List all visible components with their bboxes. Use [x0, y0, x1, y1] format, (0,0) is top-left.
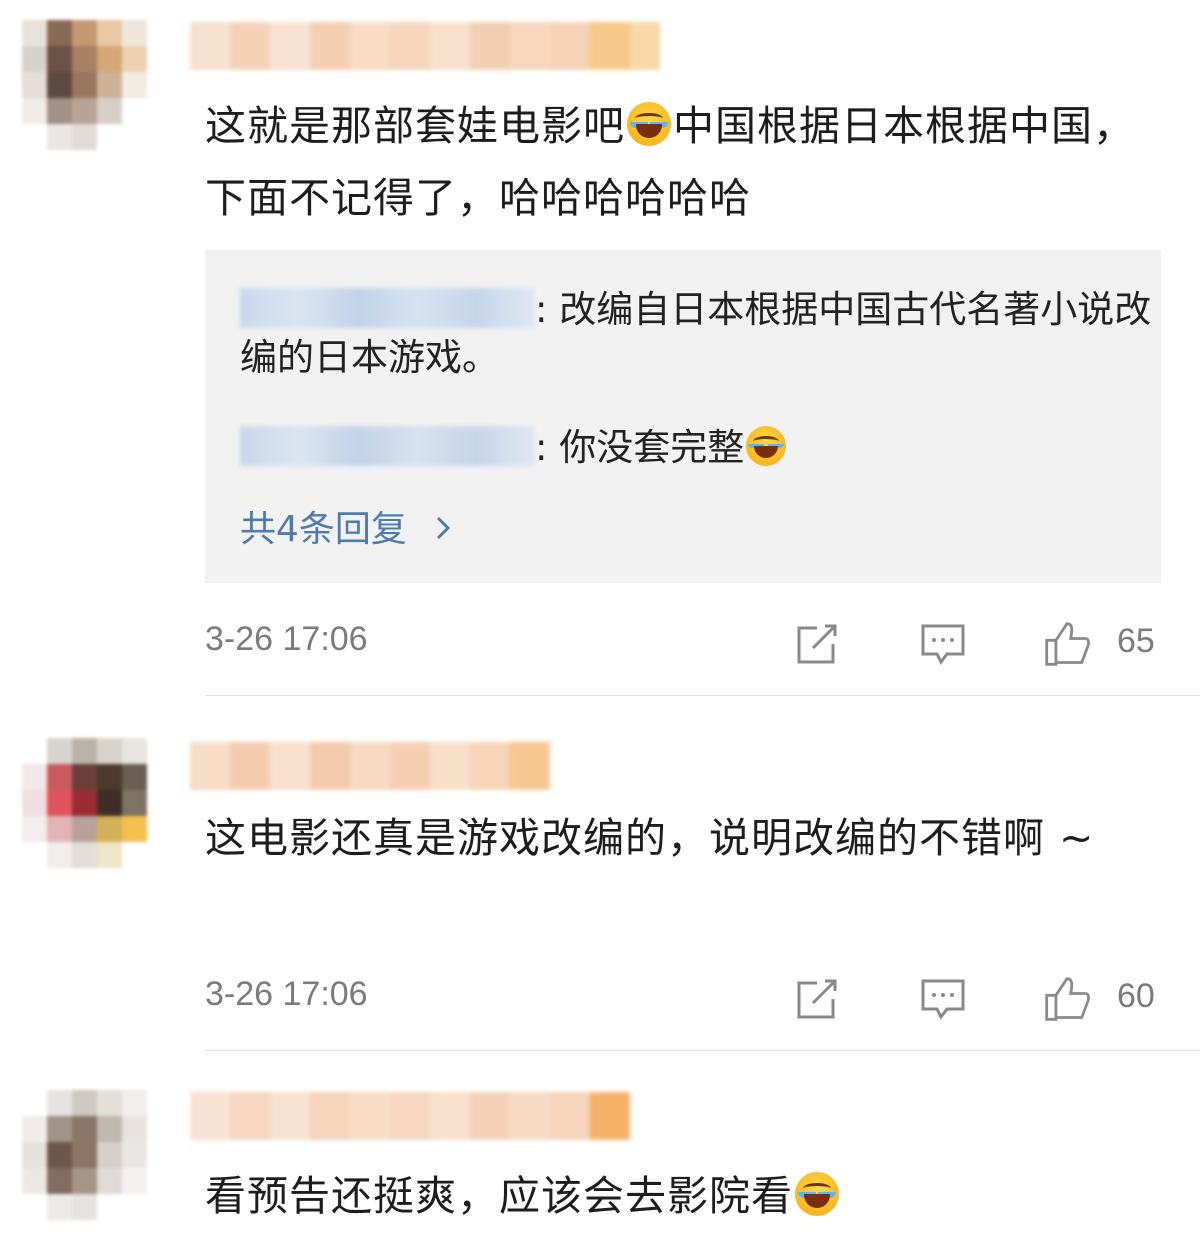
comment-text: 看预告还挺爽，应该会去影院看: [205, 1160, 1165, 1232]
thumbs-up-icon[interactable]: [1043, 975, 1091, 1023]
timestamp: 3-26 17:06: [205, 975, 368, 1013]
share-icon[interactable]: [793, 975, 841, 1023]
comment-meta: 3-26 17:06 60: [205, 975, 1165, 1025]
comment-icon[interactable]: [919, 620, 967, 668]
reply-item[interactable]: : 改编自日本根据中国古代名著小说改编的日本游戏。: [240, 286, 1161, 382]
avatar[interactable]: [22, 20, 172, 150]
laugh-cry-emoji-icon: [746, 426, 787, 466]
divider: [205, 1050, 1200, 1051]
laugh-cry-emoji-icon: [627, 102, 671, 146]
like-count: 65: [1117, 622, 1155, 660]
comment-text: 这就是那部套娃电影吧 中国根据日本根据中国，下面不记得了，哈哈哈哈哈哈: [205, 90, 1165, 234]
comment-icon[interactable]: [919, 975, 967, 1023]
comment-text-part: 看预告还挺爽，应该会去影院看: [205, 1172, 793, 1220]
share-icon[interactable]: [793, 620, 841, 668]
reply-box[interactable]: : 改编自日本根据中国古代名著小说改编的日本游戏。 : 你没套完整 共4条回复: [205, 250, 1161, 583]
timestamp: 3-26 17:06: [205, 620, 368, 658]
divider: [205, 695, 1200, 696]
username[interactable]: [190, 742, 550, 790]
reply-username[interactable]: [240, 288, 535, 328]
more-replies-label: 共4条回复: [240, 509, 407, 550]
avatar[interactable]: [22, 738, 172, 868]
thumbs-up-icon[interactable]: [1043, 620, 1091, 668]
comment-text-part: 这就是那部套娃电影吧: [205, 102, 625, 150]
reply-item[interactable]: : 你没套完整: [240, 424, 788, 472]
comment-meta: 3-26 17:06 65: [205, 620, 1165, 670]
chevron-right-icon: [437, 516, 451, 540]
reply-username[interactable]: [240, 426, 535, 466]
comment-1: 这就是那部套娃电影吧 中国根据日本根据中国，下面不记得了，哈哈哈哈哈哈 : 改编自…: [0, 0, 1200, 697]
laugh-cry-emoji-icon: [795, 1172, 839, 1216]
username[interactable]: [190, 22, 660, 70]
like-count: 60: [1117, 977, 1155, 1015]
comment-text: 这电影还真是游戏改编的，说明改编的不错啊 ~: [205, 814, 1095, 862]
username[interactable]: [190, 1092, 630, 1140]
avatar[interactable]: [22, 1090, 172, 1225]
reply-text: : 你没套完整: [535, 426, 745, 469]
more-replies-link[interactable]: 共4条回复: [240, 500, 456, 552]
